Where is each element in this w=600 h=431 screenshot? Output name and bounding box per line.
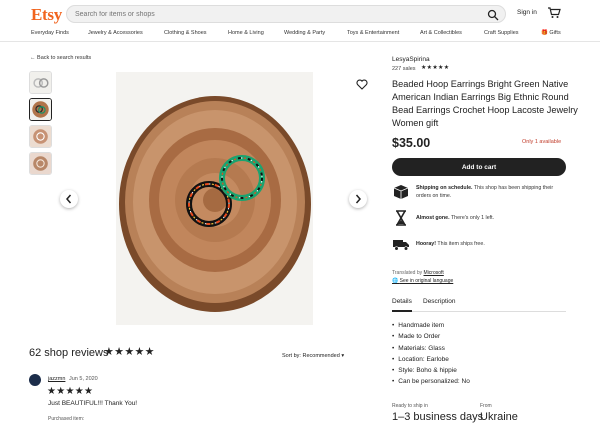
search-icon[interactable] (487, 9, 499, 21)
prev-image-button[interactable] (60, 190, 78, 208)
back-link-label: Back to search results (37, 55, 92, 61)
nav-home-living[interactable]: Home & Living (228, 30, 264, 36)
feature-shipping-text: Shipping on schedule. This shop has been… (416, 185, 554, 199)
feature-free-shipping-text: Hooray! This item ships free. (416, 241, 485, 247)
availability-text: Only 1 available (522, 139, 562, 145)
etsy-logo[interactable]: Etsy (31, 5, 62, 25)
listing-price: $35.00 (392, 136, 431, 150)
ships-from-value: Ukraine (480, 411, 518, 423)
ready-to-ship-value: 1–3 business days (392, 411, 484, 423)
listing-title: Beaded Hoop Earrings Bright Green Native… (392, 79, 578, 128)
reviewer-avatar[interactable] (29, 374, 41, 386)
nav-jewelry[interactable]: Jewelry & Accessories (88, 30, 143, 36)
detail-item: Style: Boho & hippie (392, 365, 470, 376)
detail-item: Made to Order (392, 331, 470, 342)
add-to-cart-button[interactable]: Add to cart (392, 158, 566, 176)
tab-details[interactable]: Details (392, 298, 412, 312)
nav-clothing[interactable]: Clothing & Shoes (164, 30, 207, 36)
caret-down-icon: ▾ (341, 353, 345, 359)
feature-almost-gone-text: Almost gone. There's only 1 left. (416, 215, 495, 221)
nav-art[interactable]: Art & Collectibles (420, 30, 462, 36)
thumbnail-4[interactable] (29, 152, 52, 175)
detail-item: Can be personalized: No (392, 376, 470, 387)
shop-rating-stars: ★★★★★ (421, 65, 450, 71)
delivery-truck-icon (393, 240, 409, 251)
nav-toys[interactable]: Toys & Entertainment (347, 30, 399, 36)
chevron-right-icon (355, 194, 361, 204)
truck-box-icon (393, 185, 409, 199)
seller-name[interactable]: LesyaSpirina (392, 56, 430, 63)
chevron-left-icon (66, 194, 72, 204)
signin-link[interactable]: Sign in (517, 9, 537, 16)
sort-reviews-dropdown[interactable]: Sort by: Recommended ▾ (282, 353, 344, 359)
purchased-item-label: Purchased item: (48, 416, 85, 422)
search-input[interactable] (75, 7, 475, 22)
thumbnail-3[interactable] (29, 125, 52, 148)
microsoft-link[interactable]: Microsoft (424, 270, 444, 276)
ships-from-label: From (480, 403, 492, 409)
next-image-button[interactable] (349, 190, 367, 208)
category-nav: Everyday Finds Jewelry & Accessories Clo… (0, 28, 600, 42)
review-date: Jun 5, 2020 (69, 376, 98, 382)
review-stars: ★★★★★ (47, 386, 94, 397)
cart-icon[interactable] (547, 6, 561, 19)
gift-icon: 🎁 (541, 30, 548, 36)
detail-item: Handmade item (392, 320, 470, 331)
nav-everyday-finds[interactable]: Everyday Finds (31, 30, 69, 36)
thumbnail-2[interactable] (29, 98, 52, 121)
site-header: Etsy Sign in (0, 0, 600, 28)
wood-slice-earrings-image (116, 72, 313, 325)
see-original-language-link[interactable]: 🌐 See in original language (392, 278, 453, 284)
listing-tabs: Details Description (392, 296, 566, 312)
hourglass-icon (396, 210, 406, 226)
reviews-rating-stars: ★★★★★ (104, 346, 155, 358)
detail-item: Location: Earlobe (392, 354, 470, 365)
back-to-search-link[interactable]: ← Back to search results (30, 55, 91, 61)
review-text: Just BEAUTIFUL!!! Thank You! (48, 400, 138, 407)
reviewer-name[interactable]: jazzmn (48, 376, 65, 382)
nav-wedding[interactable]: Wedding & Party (284, 30, 325, 36)
favorite-heart-icon[interactable] (356, 79, 368, 90)
product-image (116, 72, 313, 325)
detail-item: Materials: Glass (392, 343, 470, 354)
reviews-heading: 62 shop reviews (29, 347, 109, 359)
details-list: Handmade item Made to Order Materials: G… (392, 320, 470, 388)
search-bar[interactable] (66, 5, 506, 23)
translated-by: Translated by Microsoft (392, 270, 444, 276)
sales-count: 227 sales (392, 66, 416, 72)
thumbnail-1[interactable] (29, 71, 52, 94)
nav-gifts[interactable]: 🎁 Gifts (541, 30, 561, 36)
tab-description[interactable]: Description (423, 298, 456, 305)
nav-craft[interactable]: Craft Supplies (484, 30, 519, 36)
ready-to-ship-label: Ready to ship in (392, 403, 428, 409)
